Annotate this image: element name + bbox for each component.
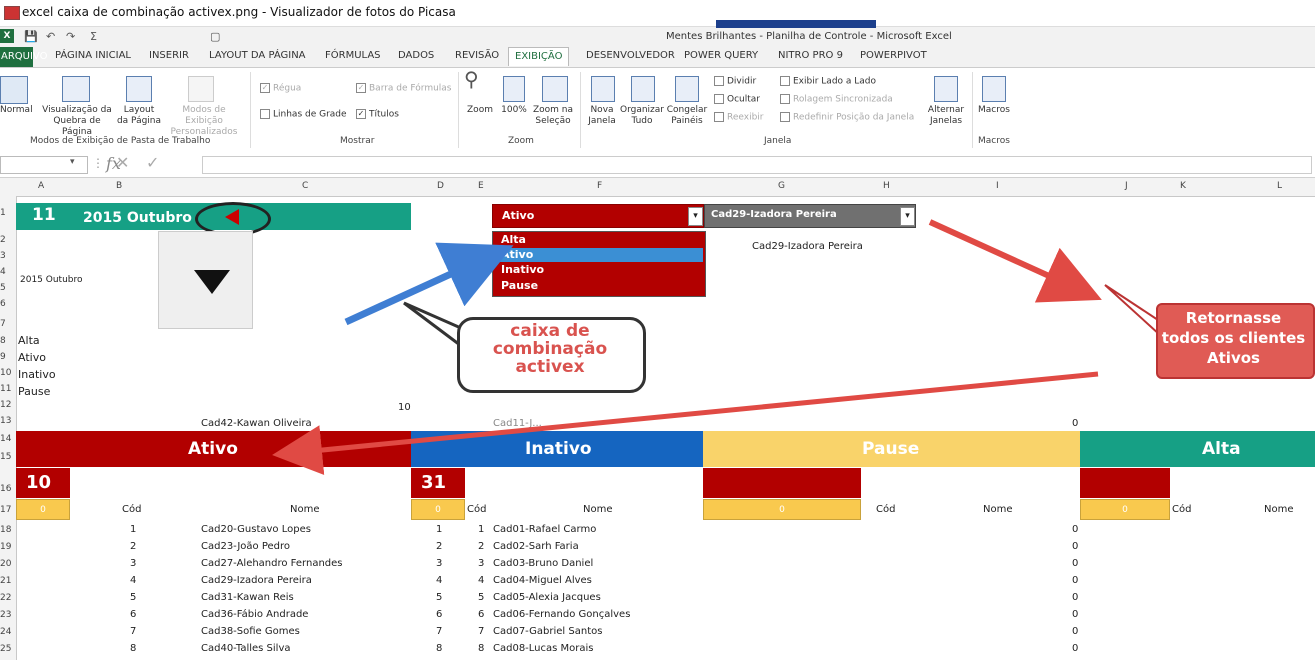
zero-value: 0 — [1072, 541, 1079, 552]
inativo-nome: Cad07-Gabriel Santos — [493, 626, 603, 637]
inativo-index: 7 — [436, 626, 443, 637]
ativo-nome: Cad23-João Pedro — [201, 541, 291, 552]
zero-value: 0 — [1072, 558, 1079, 569]
inativo-cod: 3 — [478, 558, 485, 569]
ativo-cod: 1 — [130, 524, 137, 535]
inativo-nome: Cad05-Alexia Jacques — [493, 592, 601, 603]
zero-value: 0 — [1072, 626, 1079, 637]
inativo-cod: 4 — [478, 575, 485, 586]
ativo-nome: Cad31-Kawan Reis — [201, 592, 294, 603]
ativo-cod: 8 — [130, 643, 137, 654]
ativo-cod: 5 — [130, 592, 137, 603]
activex-callout-text: caixa de combinação activex — [492, 321, 608, 377]
inativo-index: 1 — [436, 524, 443, 535]
inativo-nome: Cad06-Fernando Gonçalves — [493, 609, 631, 620]
inativo-index: 3 — [436, 558, 443, 569]
annotation-arrows — [272, 219, 1161, 475]
inativo-cod: 7 — [478, 626, 485, 637]
ativo-nome: Cad38-Sofie Gomes — [201, 626, 300, 637]
zero-value: 0 — [1072, 592, 1079, 603]
inativo-index: 5 — [436, 592, 443, 603]
retorno-callout-text: Retornasse todos os clientes Ativos — [1161, 309, 1306, 367]
inativo-cod: 6 — [478, 609, 485, 620]
zero-value: 0 — [1072, 609, 1079, 620]
inativo-nome: Cad02-Sarh Faria — [493, 541, 579, 552]
inativo-nome: Cad01-Rafael Carmo — [493, 524, 597, 535]
inativo-cod: 2 — [478, 541, 485, 552]
ativo-cod: 2 — [130, 541, 137, 552]
inativo-cod: 1 — [478, 524, 485, 535]
ativo-nome: Cad40-Talles Silva — [201, 643, 291, 654]
ativo-cod: 3 — [130, 558, 137, 569]
inativo-index: 2 — [436, 541, 443, 552]
ativo-cod: 7 — [130, 626, 137, 637]
callout2-tail — [1104, 284, 1161, 336]
ativo-nome: Cad27-Alehandro Fernandes — [201, 558, 343, 569]
ativo-nome: Cad29-Izadora Pereira — [201, 575, 312, 586]
inativo-index: 6 — [436, 609, 443, 620]
inativo-nome: Cad04-Miguel Alves — [493, 575, 592, 586]
inativo-index: 4 — [436, 575, 443, 586]
red-arrow-left — [272, 371, 1099, 475]
zero-value: 0 — [1072, 643, 1079, 654]
zero-value: 0 — [1072, 524, 1079, 535]
inativo-cod: 8 — [478, 643, 485, 654]
inativo-index: 8 — [436, 643, 443, 654]
zero-value: 0 — [1072, 575, 1079, 586]
ativo-nome: Cad36-Fábio Andrade — [201, 609, 309, 620]
red-arrow-right — [928, 219, 1102, 303]
inativo-nome: Cad08-Lucas Morais — [493, 643, 594, 654]
inativo-nome: Cad03-Bruno Daniel — [493, 558, 594, 569]
ativo-cod: 6 — [130, 609, 137, 620]
inativo-cod: 5 — [478, 592, 485, 603]
ativo-cod: 4 — [130, 575, 137, 586]
ativo-nome: Cad20-Gustavo Lopes — [201, 524, 311, 535]
